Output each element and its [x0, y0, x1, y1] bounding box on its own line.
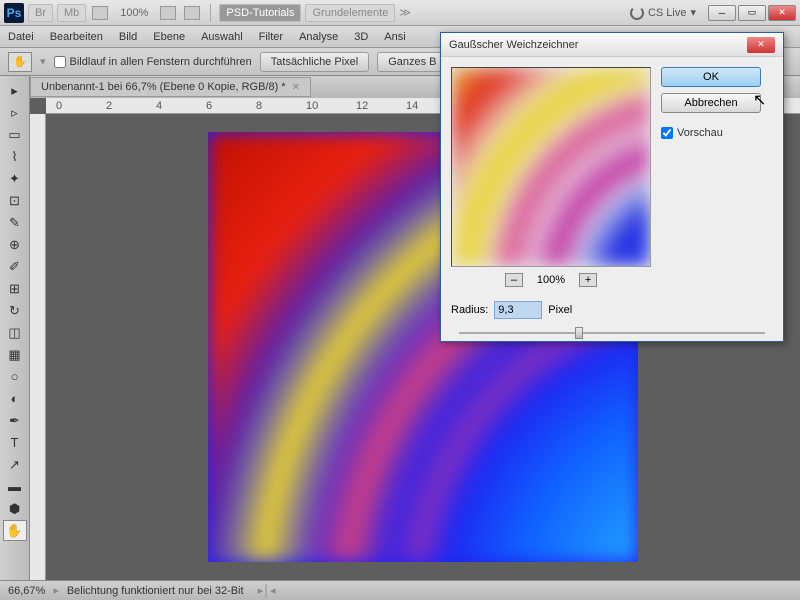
ruler-vertical — [30, 114, 46, 580]
preview-checkbox[interactable]: Vorschau — [661, 127, 761, 139]
stamp-tool[interactable]: ⊞ — [3, 278, 27, 299]
minimize-button[interactable]: ─ — [708, 5, 736, 21]
actual-pixels-button[interactable]: Tatsächliche Pixel — [260, 52, 369, 72]
menu-filter[interactable]: Filter — [259, 31, 283, 43]
blur-tool[interactable]: ○ — [3, 366, 27, 387]
dialog-close-button[interactable]: ✕ — [747, 37, 775, 53]
zoom-out-button[interactable]: – — [505, 273, 523, 287]
mb-button[interactable]: Mb — [57, 4, 86, 22]
eyedropper-tool[interactable]: ✎ — [3, 212, 27, 233]
eraser-tool[interactable]: ◫ — [3, 322, 27, 343]
menu-3d[interactable]: 3D — [354, 31, 368, 43]
dialog-titlebar[interactable]: Gaußscher Weichzeichner ✕ — [441, 33, 783, 57]
spinner-icon — [630, 6, 644, 20]
app-icon: Ps — [4, 3, 24, 23]
view-icon[interactable] — [160, 6, 176, 20]
radius-label: Radius: — [451, 304, 488, 316]
status-zoom[interactable]: 66,67% — [8, 585, 45, 597]
lasso-tool[interactable]: ⌇ — [3, 146, 27, 167]
br-button[interactable]: Br — [28, 4, 53, 22]
ok-button[interactable]: OK — [661, 67, 761, 87]
radius-slider[interactable] — [459, 327, 765, 339]
crop-tool[interactable]: ⊡ — [3, 190, 27, 211]
preview-box[interactable] — [451, 67, 651, 267]
radius-input[interactable] — [494, 301, 542, 319]
preview-zoom: 100% — [537, 274, 565, 286]
pixel-label: Pixel — [548, 304, 572, 316]
menu-analyse[interactable]: Analyse — [299, 31, 338, 43]
menu-ansicht[interactable]: Ansi — [384, 31, 405, 43]
hand-tool[interactable]: ✋ — [3, 520, 27, 541]
shape-tool[interactable]: ▬ — [3, 476, 27, 497]
menu-bearbeiten[interactable]: Bearbeiten — [50, 31, 103, 43]
toolbar: ▸ ▹ ▭ ⌇ ✦ ⊡ ✎ ⊕ ✐ ⊞ ↻ ◫ ▦ ○ ◐ ✒ T ↗ ▬ ⬢ … — [0, 76, 30, 580]
workspace-psd-tutorials[interactable]: PSD-Tutorials — [219, 4, 301, 22]
dodge-tool[interactable]: ◐ — [3, 388, 27, 409]
menu-datei[interactable]: Datei — [8, 31, 34, 43]
layout-icon[interactable] — [92, 6, 108, 20]
heal-tool[interactable]: ⊕ — [3, 234, 27, 255]
menu-auswahl[interactable]: Auswahl — [201, 31, 243, 43]
expand-icon[interactable]: ▸ — [3, 80, 27, 101]
gradient-tool[interactable]: ▦ — [3, 344, 27, 365]
status-message: Belichtung funktioniert nur bei 32-Bit — [67, 585, 244, 597]
cs-live[interactable]: CS Live ▾ — [630, 6, 696, 20]
zoom-in-button[interactable]: + — [579, 273, 597, 287]
menu-bild[interactable]: Bild — [119, 31, 137, 43]
menu-ebene[interactable]: Ebene — [153, 31, 185, 43]
maximize-button[interactable]: ▭ — [738, 5, 766, 21]
scroll-all-checkbox[interactable]: Bildlauf in allen Fenstern durchführen — [54, 56, 252, 68]
document-tab[interactable]: Unbenannt-1 bei 66,7% (Ebene 0 Kopie, RG… — [30, 77, 311, 97]
gaussian-blur-dialog: Gaußscher Weichzeichner ✕ – 100% + OK Ab… — [440, 32, 784, 342]
fit-screen-button[interactable]: Ganzes B — [377, 52, 447, 72]
cancel-button[interactable]: Abbrechen — [661, 93, 761, 113]
close-tab-icon[interactable]: ✕ — [292, 82, 300, 93]
marquee-tool[interactable]: ▭ — [3, 124, 27, 145]
zoom-level[interactable]: 100% — [114, 7, 154, 19]
brush-tool[interactable]: ✐ — [3, 256, 27, 277]
path-tool[interactable]: ↗ — [3, 454, 27, 475]
wand-tool[interactable]: ✦ — [3, 168, 27, 189]
close-button[interactable]: ✕ — [768, 5, 796, 21]
history-brush-tool[interactable]: ↻ — [3, 300, 27, 321]
pen-tool[interactable]: ✒ — [3, 410, 27, 431]
arrange-icon[interactable] — [184, 6, 200, 20]
type-tool[interactable]: T — [3, 432, 27, 453]
3d-tool[interactable]: ⬢ — [3, 498, 27, 519]
titlebar: Ps Br Mb 100% PSD-Tutorials Grundelement… — [0, 0, 800, 26]
move-tool[interactable]: ▹ — [3, 102, 27, 123]
hand-tool-icon[interactable]: ✋ — [8, 52, 32, 72]
statusbar: 66,67% ▸ Belichtung funktioniert nur bei… — [0, 580, 800, 600]
workspace-grundelemente[interactable]: Grundelemente — [305, 4, 395, 22]
